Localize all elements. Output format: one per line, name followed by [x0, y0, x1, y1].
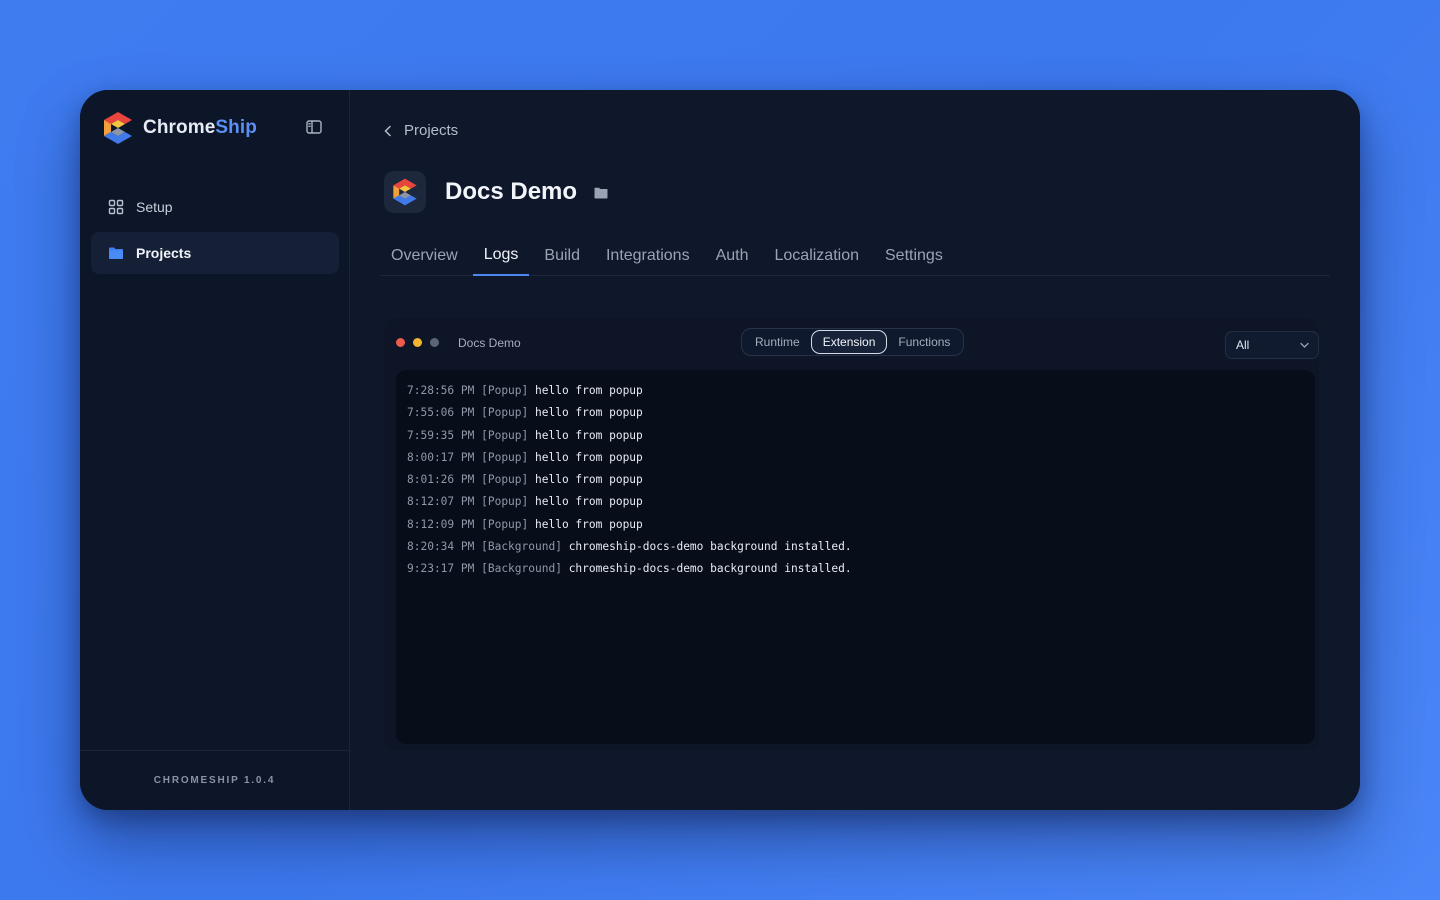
sidebar-item-projects[interactable]: Projects — [91, 232, 339, 274]
project-tabs: Overview Logs Build Integrations Auth Lo… — [380, 236, 1330, 276]
sidebar-item-setup[interactable]: Setup — [91, 186, 339, 228]
log-tag: [Popup] — [481, 384, 529, 397]
log-line: 7:28:56 PM [Popup] hello from popup — [407, 380, 1304, 402]
window-dots — [396, 338, 447, 347]
log-line: 8:20:34 PM [Background] chromeship-docs-… — [407, 536, 1304, 558]
sidebar-nav: Setup Projects — [91, 186, 339, 278]
tab-auth[interactable]: Auth — [705, 236, 760, 276]
log-message: hello from popup — [535, 517, 643, 531]
brand-name-accent: Ship — [215, 117, 257, 138]
folder-icon — [108, 245, 124, 261]
grid-icon — [108, 199, 124, 215]
log-tag: [Popup] — [481, 428, 529, 442]
log-tag: [Popup] — [481, 406, 529, 420]
log-line: 8:12:07 PM [Popup] hello from popup — [407, 491, 1304, 513]
log-tag: [Background] — [481, 540, 562, 554]
log-message: chromeship-docs-demo background installe… — [568, 562, 852, 576]
breadcrumb-back-link[interactable]: Projects — [382, 122, 458, 139]
log-line: 8:00:17 PM [Popup] hello from popup — [407, 447, 1304, 469]
log-tag: [Popup] — [481, 517, 529, 531]
log-message: hello from popup — [535, 495, 643, 509]
log-time: 9:23:17 PM — [407, 562, 475, 576]
log-filter-select[interactable]: All — [1225, 331, 1319, 359]
tab-overview[interactable]: Overview — [380, 236, 469, 276]
log-line: 8:12:09 PM [Popup] hello from popup — [407, 514, 1304, 536]
sidebar-item-label: Setup — [136, 199, 173, 215]
collapse-sidebar-icon[interactable] — [306, 120, 322, 134]
log-tag: [Background] — [481, 562, 562, 576]
log-panel-header: Docs Demo Runtime Extension Functions Al… — [384, 318, 1319, 366]
brand-name-main: Chrome — [143, 117, 216, 138]
log-message: hello from popup — [535, 428, 643, 442]
chevron-down-icon — [1300, 342, 1309, 348]
main-content: Projects Docs Demo Overview Logs Build I… — [350, 90, 1360, 810]
log-time: 7:28:56 PM — [407, 384, 475, 397]
log-tag: [Popup] — [481, 450, 529, 464]
log-time: 7:55:06 PM — [407, 406, 475, 420]
segment-functions[interactable]: Functions — [887, 330, 961, 354]
tab-localization[interactable]: Localization — [764, 236, 871, 276]
log-tag: [Popup] — [481, 495, 529, 509]
log-message: hello from popup — [535, 406, 643, 420]
segment-runtime[interactable]: Runtime — [744, 330, 811, 354]
log-panel-label: Docs Demo — [458, 336, 521, 350]
breadcrumb-label: Projects — [404, 122, 459, 139]
log-time: 8:00:17 PM — [407, 450, 475, 464]
log-tag: [Popup] — [481, 473, 529, 487]
log-message: hello from popup — [535, 450, 643, 464]
log-filter-value: All — [1236, 338, 1250, 352]
log-source-segmented-control: Runtime Extension Functions — [741, 328, 965, 356]
project-header: Docs Demo — [384, 171, 608, 213]
log-message: chromeship-docs-demo background installe… — [568, 540, 852, 554]
chromeship-logo-icon — [104, 112, 132, 144]
project-logo — [384, 171, 426, 213]
log-message: hello from popup — [535, 473, 643, 487]
log-panel: Docs Demo Runtime Extension Functions Al… — [384, 318, 1319, 750]
tab-settings[interactable]: Settings — [874, 236, 954, 276]
tab-build[interactable]: Build — [533, 236, 591, 276]
brand[interactable]: ChromeShip — [100, 110, 257, 146]
log-line: 8:01:26 PM [Popup] hello from popup — [407, 469, 1304, 491]
page-title: Docs Demo — [445, 178, 578, 205]
tab-logs[interactable]: Logs — [472, 236, 530, 276]
gray-dot-icon — [430, 338, 439, 347]
log-message: hello from popup — [535, 384, 643, 397]
app-version: CHROMESHIP 1.0.4 — [80, 750, 349, 810]
chevron-left-icon — [384, 125, 391, 136]
log-line: 7:55:06 PM [Popup] hello from popup — [407, 402, 1304, 424]
log-line: 9:23:17 PM [Background] chromeship-docs-… — [407, 558, 1304, 580]
log-line: 7:59:35 PM [Popup] hello from popup — [407, 425, 1304, 447]
log-time: 7:59:35 PM — [407, 428, 475, 442]
sidebar: ChromeShip Setup Projects CHROMESHIP 1.0… — [80, 90, 350, 810]
segment-extension[interactable]: Extension — [810, 330, 888, 354]
app-window: ChromeShip Setup Projects CHROMESHIP 1.0… — [80, 90, 1360, 810]
log-time: 8:01:26 PM — [407, 473, 475, 487]
red-dot-icon — [396, 338, 405, 347]
log-output[interactable]: 7:28:56 PM [Popup] hello from popup 7:55:… — [396, 370, 1315, 744]
log-time: 8:12:07 PM — [407, 495, 475, 509]
open-folder-icon[interactable] — [594, 186, 608, 199]
chromeship-logo-icon — [393, 178, 417, 206]
brand-name: ChromeShip — [143, 117, 257, 139]
tab-integrations[interactable]: Integrations — [595, 236, 701, 276]
log-time: 8:20:34 PM — [407, 540, 475, 554]
sidebar-item-label: Projects — [136, 245, 192, 261]
yellow-dot-icon — [413, 338, 422, 347]
log-time: 8:12:09 PM — [407, 517, 475, 531]
